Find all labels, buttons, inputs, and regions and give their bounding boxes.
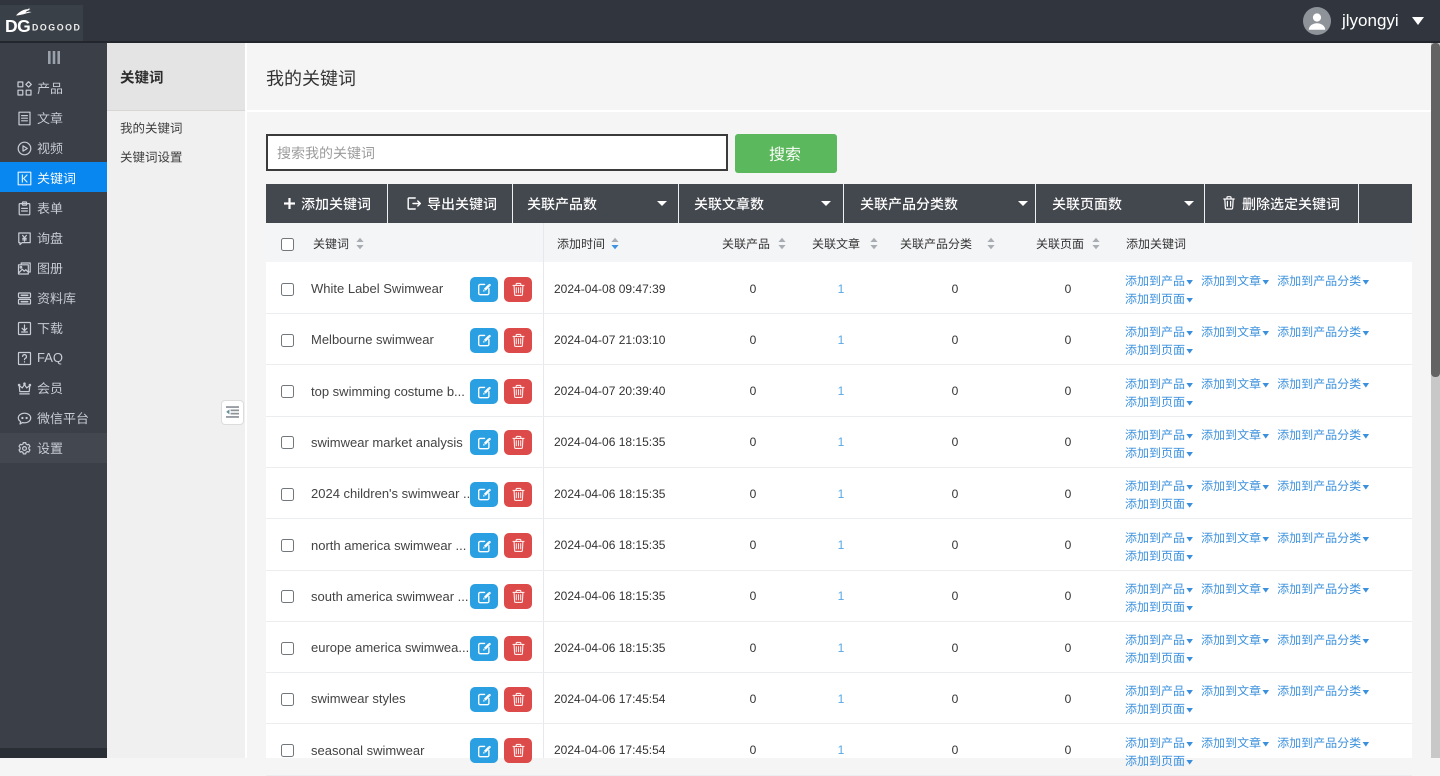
svg-text:DG: DG [5,16,30,36]
svg-text:DOGOOD: DOGOOD [32,23,81,33]
